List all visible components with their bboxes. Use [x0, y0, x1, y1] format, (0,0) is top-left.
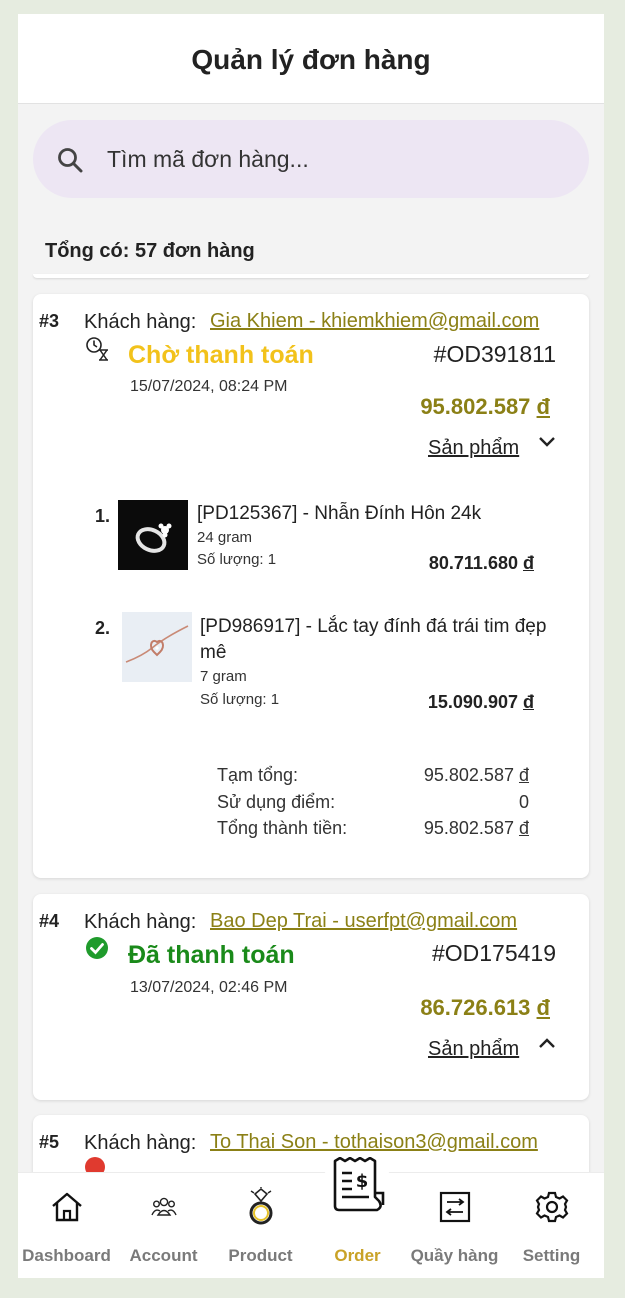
order-card: #4 Khách hàng: Bao Dep Trai - userfpt@gm…	[33, 894, 589, 1100]
currency-symbol: đ	[518, 818, 529, 838]
nav-account[interactable]: Account	[115, 1173, 212, 1278]
products-toggle[interactable]: Sản phẩm	[428, 437, 519, 460]
order-total-value: 95.802.587	[420, 394, 531, 419]
nav-label: Account	[129, 1246, 198, 1265]
item-price-value: 15.090.907	[427, 692, 518, 712]
search-bar[interactable]	[33, 120, 589, 198]
users-icon	[115, 1189, 212, 1225]
points-value: 0	[518, 792, 529, 812]
customer-label: Khách hàng:	[84, 1132, 197, 1154]
search-icon	[57, 147, 83, 178]
order-total-value: 86.726.613	[420, 995, 531, 1020]
currency-symbol: đ	[536, 995, 550, 1020]
item-weight: 24 gram	[197, 529, 253, 546]
currency-symbol: đ	[536, 394, 550, 419]
currency-symbol: đ	[523, 553, 534, 573]
order-card: #3 Khách hàng: Gia Khiem - khiemkhiem@gm…	[33, 294, 589, 878]
grand-total-amount: 95.802.587	[423, 818, 514, 838]
customer-label: Khách hàng:	[84, 311, 197, 333]
points-label: Sử dụng điểm:	[217, 792, 336, 812]
order-date: 15/07/2024, 08:24 PM	[130, 378, 288, 395]
item-quantity: Số lượng: 1	[200, 691, 280, 708]
grand-total-label: Tổng thành tiền:	[217, 818, 348, 838]
nav-label: Quầy hàng	[410, 1246, 499, 1265]
header: Quản lý đơn hàng	[18, 14, 604, 104]
customer-link[interactable]: Gia Khiem - khiemkhiem@gmail.com	[210, 310, 539, 333]
order-total: 86.726.613 đ	[420, 995, 550, 1021]
ring-icon	[212, 1187, 309, 1225]
nav-product[interactable]: Product	[212, 1173, 309, 1278]
nav-setting[interactable]: Setting	[503, 1173, 600, 1278]
item-quantity: Số lượng: 1	[197, 551, 277, 568]
bottom-nav: Dashboard Account Product Order Quầy hàn…	[18, 1172, 604, 1278]
item-name: [PD125367] - Nhẫn Đính Hôn 24k	[197, 503, 482, 524]
customer-link[interactable]: To Thai Son - tothaison3@gmail.com	[210, 1131, 538, 1154]
receipt-icon[interactable]: $	[331, 1156, 387, 1218]
order-date: 13/07/2024, 02:46 PM	[130, 979, 288, 996]
chevron-down-icon[interactable]	[538, 435, 556, 454]
nav-label: Order	[334, 1246, 381, 1265]
hourglass-clock-icon	[85, 336, 111, 367]
order-total: 95.802.587 đ	[420, 394, 550, 420]
item-price: 80.711.680 đ	[429, 553, 534, 574]
chevron-up-icon[interactable]	[538, 1036, 556, 1055]
order-status: Chờ thanh toán	[128, 341, 314, 369]
product-image	[122, 612, 192, 682]
product-image	[118, 500, 188, 570]
order-index: #5	[39, 1132, 60, 1152]
app-screen: Quản lý đơn hàng Tổng có: 57 đơn hàng #3…	[18, 14, 604, 1278]
order-count: Tổng có: 57 đơn hàng	[45, 240, 255, 262]
check-circle-icon	[85, 936, 109, 965]
item-number: 2.	[95, 618, 111, 638]
order-index: #4	[39, 911, 60, 931]
item-price-value: 80.711.680	[428, 553, 518, 573]
currency-symbol: đ	[518, 765, 529, 785]
item-price: 15.090.907 đ	[428, 692, 534, 713]
order-index: #3	[39, 311, 60, 331]
order-code: #OD391811	[433, 341, 556, 367]
currency-symbol: đ	[523, 692, 534, 712]
previous-card-edge	[33, 274, 589, 278]
customer-link[interactable]: Bao Dep Trai - userfpt@gmail.com	[210, 910, 517, 933]
counter-icon	[406, 1189, 503, 1225]
gear-icon	[503, 1189, 600, 1225]
order-code: #OD175419	[431, 940, 556, 966]
item-number: 1.	[95, 506, 111, 526]
customer-label: Khách hàng:	[84, 911, 197, 933]
subtotal-amount: 95.802.587	[423, 765, 514, 785]
page-title: Quản lý đơn hàng	[191, 44, 431, 75]
svg-text:$: $	[356, 1171, 369, 1192]
nav-label: Setting	[522, 1246, 581, 1265]
products-toggle[interactable]: Sản phẩm	[428, 1038, 519, 1061]
grand-total-value: 95.802.587 đ	[424, 818, 529, 839]
home-icon	[18, 1189, 115, 1225]
subtotal-label: Tạm tổng:	[217, 765, 299, 785]
nav-dashboard[interactable]: Dashboard	[18, 1173, 115, 1278]
search-input[interactable]	[107, 138, 557, 180]
nav-label: Product	[228, 1246, 293, 1265]
nav-label: Dashboard	[22, 1246, 111, 1265]
subtotal-value: 95.802.587 đ	[424, 765, 529, 786]
item-name: [PD986917] - Lắc tay đính đá trái tim đẹ…	[200, 616, 547, 663]
order-status: Đã thanh toán	[128, 941, 295, 969]
nav-counter[interactable]: Quầy hàng	[406, 1173, 503, 1278]
item-weight: 7 gram	[200, 668, 247, 685]
